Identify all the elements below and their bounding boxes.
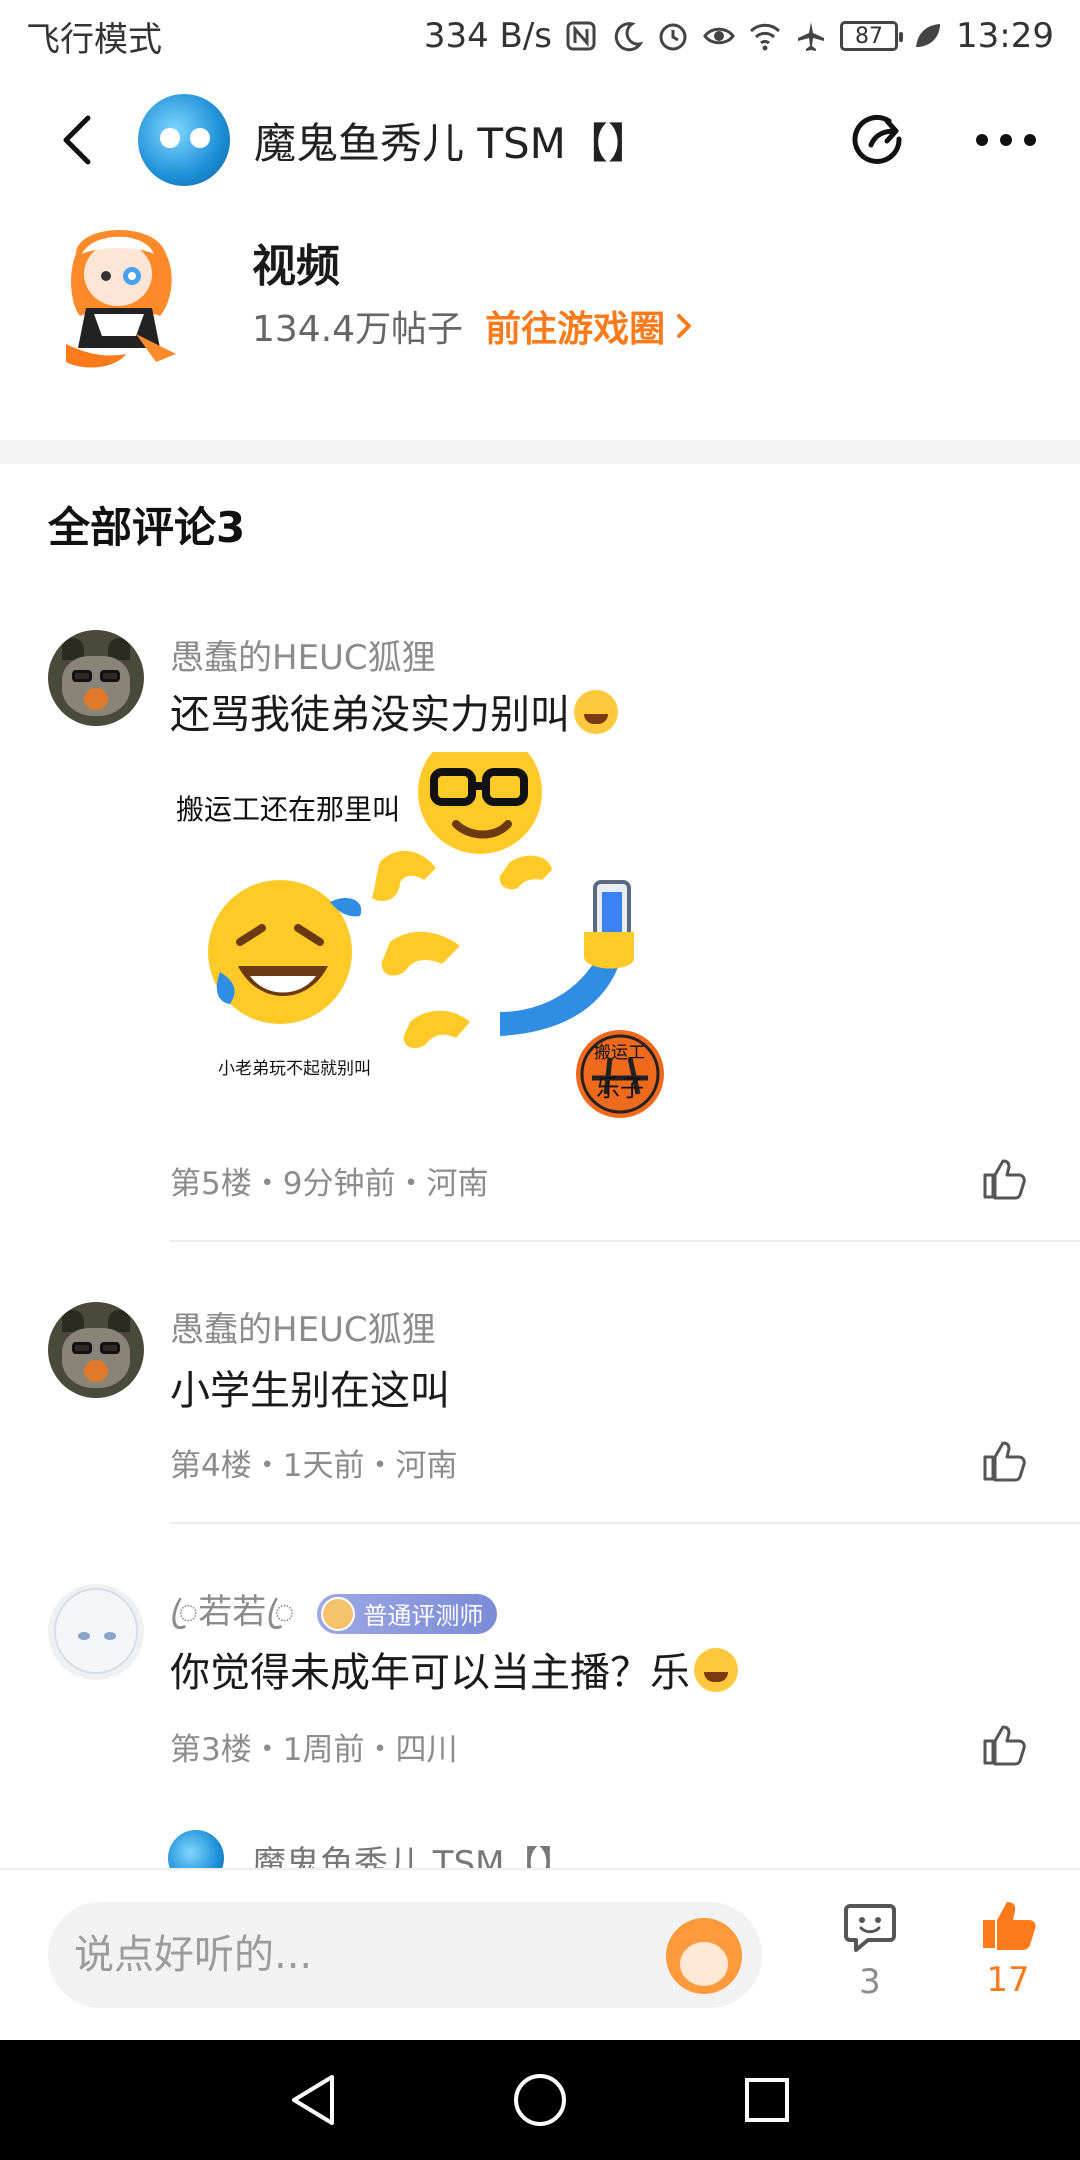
next-comment-peek: 魔鬼鱼秀儿 TSM【】 xyxy=(0,1830,1080,1868)
comment-text: 你觉得未成年可以当主播？乐 xyxy=(170,1640,738,1698)
avatar[interactable] xyxy=(48,1584,144,1680)
avatar-eye xyxy=(104,1632,116,1640)
network-speed: 334 B/s xyxy=(423,16,553,56)
avatar-eye xyxy=(190,128,210,148)
clock: 13:29 xyxy=(956,16,1054,56)
circle-name: 视频 xyxy=(252,241,340,292)
leaf-icon xyxy=(916,24,941,47)
meme-stamp-label: 搬运工 xyxy=(594,1043,645,1063)
comment-input-bar: 3 17 xyxy=(0,1868,1080,2040)
sticker-face-icon xyxy=(680,1942,728,1986)
like-count: 17 xyxy=(986,1960,1030,2000)
avatar[interactable] xyxy=(168,1830,224,1868)
circle-meta: 134.4万帖子 前往游戏圈 xyxy=(252,300,695,352)
avatar-glasses xyxy=(72,1342,92,1354)
meme-stamp-big: 乐子 xyxy=(596,1074,644,1102)
status-icons: 334 B/s 87 13:29 xyxy=(424,16,1054,56)
author-avatar[interactable] xyxy=(138,94,230,186)
eye-icon xyxy=(703,27,735,45)
share-button[interactable] xyxy=(830,92,926,188)
comment-author[interactable]: 魔鬼鱼秀儿 TSM【】 xyxy=(252,1836,573,1868)
circle-character-image xyxy=(66,229,176,368)
avatar-muzzle xyxy=(84,688,108,710)
nav-home-button[interactable] xyxy=(500,2060,580,2140)
airplane-mode-label: 飞行模式 xyxy=(26,19,162,60)
circle-home-icon xyxy=(513,2074,566,2126)
meme-caption-bottom: 小老弟玩不起就别叫 xyxy=(218,1059,371,1079)
avatar-eye xyxy=(160,128,180,148)
comment-meta: 第5楼・9分钟前・河南 xyxy=(170,1166,489,1202)
post-like-button[interactable]: 17 xyxy=(968,1896,1048,2000)
comment-meta: 第4楼・1天前・河南 xyxy=(170,1448,458,1484)
comment-author[interactable]: 愚蠢的HEUC狐狸 xyxy=(170,1302,436,1351)
laughing-emoji-icon xyxy=(574,690,618,734)
avatar-glasses xyxy=(100,1342,120,1354)
comment-separator xyxy=(170,1240,1080,1242)
meme-caption-top: 搬运工还在那里叫 xyxy=(176,793,401,826)
comment-input-container[interactable] xyxy=(48,1902,762,2008)
nav-recents-button[interactable] xyxy=(727,2060,807,2140)
wifi-icon xyxy=(749,23,781,51)
like-button[interactable] xyxy=(968,1142,1040,1214)
go-to-game-circle-link[interactable]: 前往游戏圈 xyxy=(485,300,695,352)
like-button[interactable] xyxy=(968,1708,1040,1780)
comment-text-content: 你觉得未成年可以当主播？乐 xyxy=(170,1650,690,1696)
system-navigation-bar xyxy=(0,2040,1080,2160)
thumbs-up-filled-icon xyxy=(983,1902,1036,1950)
moon-icon xyxy=(614,22,644,52)
comment-author[interactable]: 愚蠢的HEUC狐狸 xyxy=(170,630,436,679)
status-bar: 飞行模式 334 B/s 87 13:29 xyxy=(0,0,1080,72)
back-button[interactable] xyxy=(30,92,126,188)
comment-separator xyxy=(170,1522,1080,1524)
avatar-glasses xyxy=(100,670,120,682)
avatar-muzzle xyxy=(84,1360,108,1382)
comment-text: 小学生别在这叫 xyxy=(170,1368,450,1414)
sticker-button[interactable] xyxy=(666,1918,742,1994)
more-options-button[interactable] xyxy=(958,92,1054,188)
chevron-right-icon xyxy=(677,314,692,338)
more-dots-icon xyxy=(976,134,1036,146)
chevron-left-icon xyxy=(63,115,91,165)
avatar[interactable] xyxy=(48,630,144,726)
top-app-bar: 魔鬼鱼秀儿 TSM【】 xyxy=(0,72,1080,208)
nfc-icon xyxy=(566,21,596,51)
comments-section-title: 全部评论3 xyxy=(48,503,246,552)
post-count: 134.4万帖子 xyxy=(252,309,464,350)
square-recents-icon xyxy=(744,2078,789,2122)
comment-count: 3 xyxy=(859,1962,881,2002)
badge-avatar-icon xyxy=(321,1596,356,1631)
game-circle-card[interactable]: 视频 134.4万帖子 前往游戏圈 xyxy=(0,208,1080,438)
page-title[interactable]: 魔鬼鱼秀儿 TSM【】 xyxy=(254,110,830,171)
avatar-hair xyxy=(54,1588,138,1674)
comment-bubble-icon xyxy=(844,1904,896,1952)
reviewer-badge[interactable]: 普通评测师 xyxy=(317,1593,498,1634)
comment-author[interactable]: ꦿ若若ꦿ xyxy=(170,1592,295,1632)
comment-meta: 第3楼・1周前・四川 xyxy=(170,1732,458,1768)
triangle-back-icon xyxy=(292,2075,335,2125)
alarm-icon xyxy=(659,23,687,51)
avatar-eye xyxy=(78,1632,90,1640)
avatar-glasses xyxy=(72,670,92,682)
comment-input[interactable] xyxy=(74,1902,634,2008)
airplane-icon xyxy=(798,22,825,51)
nav-back-button[interactable] xyxy=(273,2060,353,2140)
thumbs-up-icon xyxy=(983,1159,1026,1200)
avatar[interactable] xyxy=(48,1302,144,1398)
rolling-laughing-emoji-icon xyxy=(694,1648,738,1692)
comment-count-button[interactable]: 3 xyxy=(830,1900,910,2002)
battery-level: 87 xyxy=(855,23,884,49)
like-button[interactable] xyxy=(968,1424,1040,1496)
comment-image[interactable]: 搬运工还在那里叫 小老弟玩不起就别叫 搬运工 乐子 xyxy=(176,730,680,1122)
comment-text: 还骂我徒弟没实力别叫 xyxy=(170,682,618,740)
battery-icon: 87 xyxy=(840,21,904,51)
thumbs-up-icon xyxy=(983,1725,1026,1766)
share-icon xyxy=(852,114,902,164)
go-to-game-circle-label: 前往游戏圈 xyxy=(485,309,666,350)
thumbs-up-icon xyxy=(983,1441,1026,1482)
section-divider xyxy=(0,440,1080,464)
comment-text-content: 还骂我徒弟没实力别叫 xyxy=(170,692,570,738)
badge-label: 普通评测师 xyxy=(363,1602,484,1630)
